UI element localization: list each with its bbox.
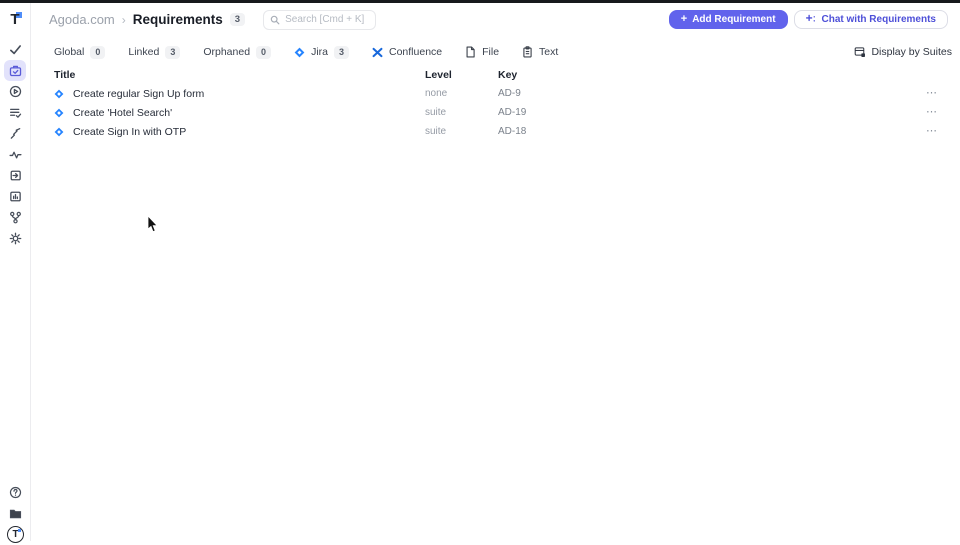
- logo-letter: T: [10, 10, 20, 28]
- sidebar-item-requirements[interactable]: [4, 60, 26, 81]
- folder-icon: [9, 507, 22, 520]
- jira-icon: [54, 108, 64, 118]
- sidebar-item-import[interactable]: [4, 165, 26, 186]
- import-icon: [9, 169, 22, 182]
- analytics-icon: [9, 190, 22, 203]
- sidebar-item-projects[interactable]: [5, 503, 27, 524]
- sidebar-item-help[interactable]: [5, 482, 27, 503]
- clipboard-icon: [522, 46, 533, 58]
- requirement-level: none: [425, 88, 448, 99]
- gear-icon: [9, 232, 22, 245]
- ai-sparkle-icon: [805, 14, 817, 25]
- confluence-icon: [372, 47, 383, 58]
- sidebar-item-branches[interactable]: [4, 207, 26, 228]
- search-icon: [270, 15, 280, 25]
- sidebar-item-plans[interactable]: [4, 102, 26, 123]
- breadcrumb-chevron: ›: [121, 12, 126, 27]
- user-avatar[interactable]: T: [5, 524, 27, 545]
- plus-icon: +: [680, 13, 688, 25]
- sidebar-item-tests[interactable]: [4, 39, 26, 60]
- table-row[interactable]: Create Sign In with OTP suite AD-18 ⋯: [32, 122, 960, 141]
- requirement-key: AD-9: [498, 88, 521, 99]
- requirements-count-badge: 3: [229, 12, 246, 27]
- requirement-title: Create regular Sign Up form: [73, 87, 205, 100]
- add-requirement-button[interactable]: + Add Requirement: [668, 10, 788, 29]
- requirement-level: suite: [425, 107, 447, 118]
- requirement-title: Create 'Hotel Search': [73, 106, 173, 119]
- requirement-level: suite: [425, 126, 447, 137]
- wand-icon: [9, 127, 22, 140]
- filter-confluence[interactable]: Confluence: [372, 46, 442, 58]
- column-key: Key: [498, 69, 518, 81]
- filter-linked[interactable]: Linked 3: [128, 45, 181, 59]
- jira-icon: [294, 47, 305, 58]
- row-menu-button[interactable]: ⋯: [918, 107, 938, 118]
- requirements-icon: [9, 64, 22, 77]
- suites-layout-icon: [854, 46, 866, 58]
- filter-bar: Global 0 Linked 3 Orphaned 0 Jira 3 Conf…: [32, 40, 960, 64]
- search-box[interactable]: [263, 9, 377, 30]
- avatar-logo-accent: [18, 529, 21, 532]
- page-title: Requirements: [132, 12, 223, 27]
- display-by-suites-button[interactable]: Display by Suites: [854, 46, 952, 58]
- sidebar-item-pulse[interactable]: [4, 144, 26, 165]
- breadcrumb-project[interactable]: Agoda.com: [49, 12, 115, 27]
- filter-global[interactable]: Global 0: [54, 45, 106, 59]
- row-menu-button[interactable]: ⋯: [918, 126, 938, 137]
- search-input[interactable]: [285, 14, 370, 25]
- requirement-key: AD-18: [498, 126, 527, 137]
- sidebar-item-design[interactable]: [4, 123, 26, 144]
- file-icon: [465, 46, 476, 58]
- check-icon: [9, 43, 22, 56]
- requirement-title: Create Sign In with OTP: [73, 125, 187, 138]
- sidebar-item-runs[interactable]: [4, 81, 26, 102]
- branch-icon: [9, 211, 22, 224]
- pulse-icon: [8, 148, 22, 161]
- requirements-table-body: Create regular Sign Up form none AD-9 ⋯ …: [32, 84, 960, 141]
- column-level: Level: [425, 69, 452, 81]
- main-content: Agoda.com › Requirements 3 + Add Require…: [32, 3, 960, 541]
- chat-with-requirements-button[interactable]: Chat with Requirements: [793, 10, 948, 29]
- filter-text[interactable]: Text: [522, 46, 558, 58]
- row-menu-button[interactable]: ⋯: [918, 88, 938, 99]
- list-check-icon: [9, 106, 22, 119]
- filter-jira[interactable]: Jira 3: [294, 45, 349, 59]
- column-title: Title: [54, 69, 76, 81]
- table-header: Title Level Key: [32, 66, 960, 84]
- requirement-key: AD-19: [498, 107, 527, 118]
- play-circle-icon: [9, 85, 22, 98]
- table-row[interactable]: Create 'Hotel Search' suite AD-19 ⋯: [32, 103, 960, 122]
- filter-file[interactable]: File: [465, 46, 499, 58]
- jira-icon: [54, 127, 64, 137]
- sidebar-item-settings[interactable]: [4, 228, 26, 249]
- sidebar-rail: T T: [0, 3, 31, 543]
- help-icon: [9, 486, 22, 499]
- table-row[interactable]: Create regular Sign Up form none AD-9 ⋯: [32, 84, 960, 103]
- jira-icon: [54, 89, 64, 99]
- filter-orphaned[interactable]: Orphaned 0: [203, 45, 272, 59]
- page-header: Agoda.com › Requirements 3 + Add Require…: [32, 3, 960, 36]
- app-logo[interactable]: T: [0, 3, 30, 36]
- requirements-table: Title Level Key Create regular Sign Up f…: [32, 66, 960, 141]
- sidebar-item-analytics[interactable]: [4, 186, 26, 207]
